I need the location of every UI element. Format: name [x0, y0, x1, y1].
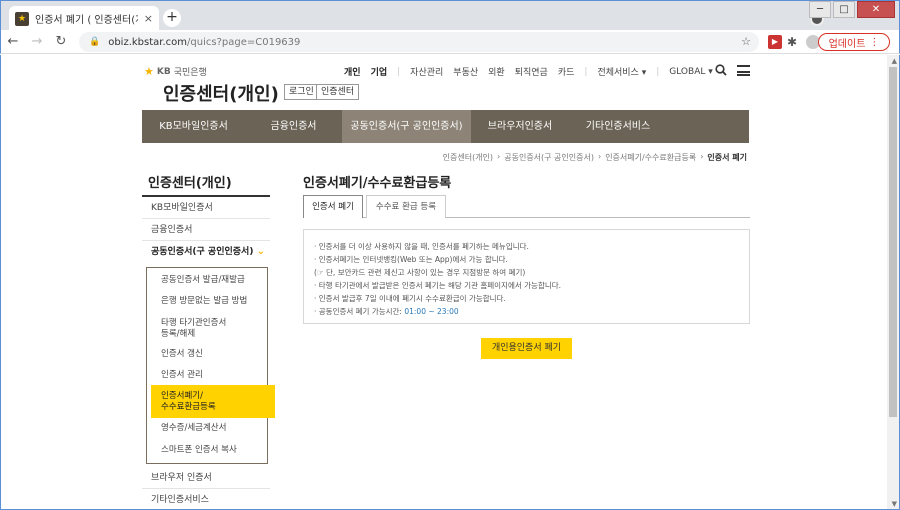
sidebar-subitem-issue[interactable]: 공동인증서 발급/재발급: [161, 275, 245, 286]
sidebar-item-financial[interactable]: 금융인증서: [142, 219, 270, 241]
tab-close-icon[interactable]: ×: [144, 12, 153, 25]
topnav-pension[interactable]: 퇴직연금: [515, 65, 548, 78]
main-nav: KB모바일인증서 금융인증서 공동인증서(구 공인인증서) 브라우저인증서 기타…: [142, 110, 749, 143]
more-menu-icon: ⋮: [869, 36, 880, 48]
maximize-button[interactable]: □: [833, 1, 855, 18]
url-field[interactable]: 🔒 obiz.kbstar.com/quics?page=C019639 ☆: [79, 32, 759, 52]
tab-refund[interactable]: 수수료 환급 등록: [366, 195, 446, 218]
sidebar-item-other[interactable]: 기타인증서비스: [142, 489, 270, 509]
sidebar-subitem-other-inst[interactable]: 타행 타기관인증서 등록/해제: [161, 318, 226, 340]
kb-favicon-icon: ★: [15, 11, 29, 26]
cert-center-button[interactable]: 인증센터: [316, 84, 360, 100]
notice-line: · 타행 타기관에서 발급받은 인증서 폐기는 해당 기관 홈페이지에서 가능합…: [314, 281, 562, 290]
close-window-button[interactable]: ✕: [857, 1, 895, 18]
lock-icon: 🔒: [89, 37, 101, 47]
logo-text: 국민은행: [173, 68, 207, 78]
url-path: /quics?page=C019639: [187, 36, 301, 48]
kb-logo[interactable]: ★ KB 국민은행: [144, 65, 207, 78]
new-tab-button[interactable]: +: [163, 9, 181, 27]
tab-revoke[interactable]: 인증서 폐기: [303, 195, 363, 218]
topnav-personal[interactable]: 개인: [344, 65, 361, 78]
sidebar-item-browser[interactable]: 브라우저 인증서: [142, 467, 270, 489]
sidebar-item-mobile[interactable]: KB모바일인증서: [142, 197, 270, 219]
extension-red-icon[interactable]: ▶: [768, 35, 782, 49]
extensions-puzzle-icon[interactable]: ✱: [787, 35, 801, 49]
content-tabs: 인증서 폐기 수수료 환급 등록: [303, 195, 750, 218]
sidebar-subitem-renew[interactable]: 인증서 갱신: [161, 349, 203, 360]
gnb-item-browser[interactable]: 브라우저인증서: [471, 110, 569, 143]
breadcrumb-level2[interactable]: 인증서폐기/수수료환급등록: [605, 152, 696, 163]
reload-icon[interactable]: ↻: [49, 34, 73, 49]
url-host: obiz.kbstar.com: [108, 36, 188, 48]
scrollbar[interactable]: ▲ ▼: [887, 55, 899, 509]
chevron-down-icon: ⌄: [256, 246, 265, 257]
scroll-down-icon[interactable]: ▼: [892, 500, 897, 508]
login-button[interactable]: 로그인: [284, 84, 319, 100]
notice-line: · 인증서를 더 이상 사용하지 않을 때, 인증서를 폐기하는 메뉴입니다.: [314, 242, 529, 251]
breadcrumb-level1[interactable]: 공동인증서(구 공인인증서): [504, 152, 594, 163]
sidebar-subitem-revoke[interactable]: 인증서폐기/ 수수료환급등록: [161, 391, 216, 413]
page-viewport: ★ KB 국민은행 인증센터(개인) 로그인 인증센터 개인 기업 | 자산관리…: [0, 55, 900, 510]
topnav-wealth[interactable]: 자산관리: [410, 65, 443, 78]
sidebar-subitem-no-visit[interactable]: 은행 방문없는 발급 방법: [161, 296, 247, 307]
notice-line: · 인증서 발급후 7일 이내에 폐기시 수수료환급이 가능합니다.: [314, 294, 506, 303]
notice-line: · 인증서폐기는 인터넷뱅킹(Web 또는 App)에서 가능 합니다.: [314, 255, 508, 264]
gnb-item-mobile[interactable]: KB모바일인증서: [142, 110, 245, 143]
available-hours: 01:00 ~ 23:00: [404, 307, 459, 316]
topnav-all-services[interactable]: 전체서비스 ▾: [597, 65, 646, 78]
scroll-up-icon[interactable]: ▲: [892, 57, 897, 65]
search-icon[interactable]: [715, 64, 727, 76]
breadcrumb-current: 인증서 폐기: [707, 153, 747, 162]
breadcrumb: 인증센터(개인) › 공동인증서(구 공인인증서) › 인증서폐기/수수료환급등…: [442, 152, 747, 163]
browser-tab-bar: ★ 인증서 폐기 ( 인증센터(개인) | × + ─ □ ✕: [0, 0, 900, 31]
topnav-fx[interactable]: 외환: [488, 65, 505, 78]
minimize-button[interactable]: ─: [809, 1, 831, 18]
address-bar: ← → ↻ 🔒 obiz.kbstar.com/quics?page=C0196…: [0, 30, 900, 54]
sidebar-subitem-smartphone[interactable]: 스마트폰 인증서 복사: [161, 445, 237, 456]
window-controls: ─ □ ✕: [809, 1, 895, 18]
tab-title: 인증서 폐기 ( 인증센터(개인) |: [35, 15, 138, 26]
sidebar-subitem-receipt[interactable]: 영수증/세금계산서: [161, 423, 226, 434]
topnav-card[interactable]: 카드: [558, 65, 575, 78]
update-label: 업데이트: [828, 38, 866, 50]
breadcrumb-home[interactable]: 인증센터(개인): [443, 152, 493, 163]
gnb-item-joint[interactable]: 공동인증서(구 공인인증서): [342, 110, 471, 143]
logo-brand: KB: [156, 66, 171, 77]
notice-line: (☞ 단, 보안카드 관련 제신고 사항이 있는 경우 지점방문 하여 폐기): [314, 268, 526, 277]
update-button[interactable]: 업데이트 ⋮: [818, 33, 890, 51]
topnav-realestate[interactable]: 부동산: [453, 65, 478, 78]
topnav-global[interactable]: GLOBAL ▾: [669, 67, 712, 77]
browser-tab[interactable]: ★ 인증서 폐기 ( 인증센터(개인) | ×: [9, 6, 159, 31]
notice-line: · 공동인증서 폐기 가능시간: 01:00 ~ 23:00: [314, 307, 459, 316]
notice-box: · 인증서를 더 이상 사용하지 않을 때, 인증서를 폐기하는 메뉴입니다. …: [303, 229, 750, 324]
sidebar-subitem-manage[interactable]: 인증서 관리: [161, 370, 203, 381]
sidebar-item-label: 공동인증서(구 공인인증서): [151, 247, 254, 257]
bookmark-star-icon[interactable]: ☆: [741, 35, 751, 48]
top-nav: 개인 기업 | 자산관리 부동산 외환 퇴직연금 카드 | 전체서비스 ▾ | …: [344, 65, 713, 79]
sidebar-title: 인증센터(개인): [148, 176, 232, 191]
gnb-item-financial[interactable]: 금융인증서: [245, 110, 342, 143]
gnb-item-other[interactable]: 기타인증서비스: [569, 110, 667, 143]
forward-icon[interactable]: →: [25, 34, 49, 49]
site-title[interactable]: 인증센터(개인): [163, 80, 279, 106]
scroll-thumb[interactable]: [889, 67, 897, 417]
back-icon[interactable]: ←: [1, 34, 25, 49]
sidebar-item-joint[interactable]: 공동인증서(구 공인인증서) ⌄: [142, 241, 270, 263]
hamburger-menu-icon[interactable]: [737, 65, 750, 76]
topnav-business[interactable]: 기업: [371, 65, 388, 78]
page-title: 인증서폐기/수수료환급등록: [303, 176, 452, 191]
kb-star-icon: ★: [144, 65, 154, 78]
revoke-personal-cert-button[interactable]: 개인용인증서 폐기: [481, 338, 572, 359]
